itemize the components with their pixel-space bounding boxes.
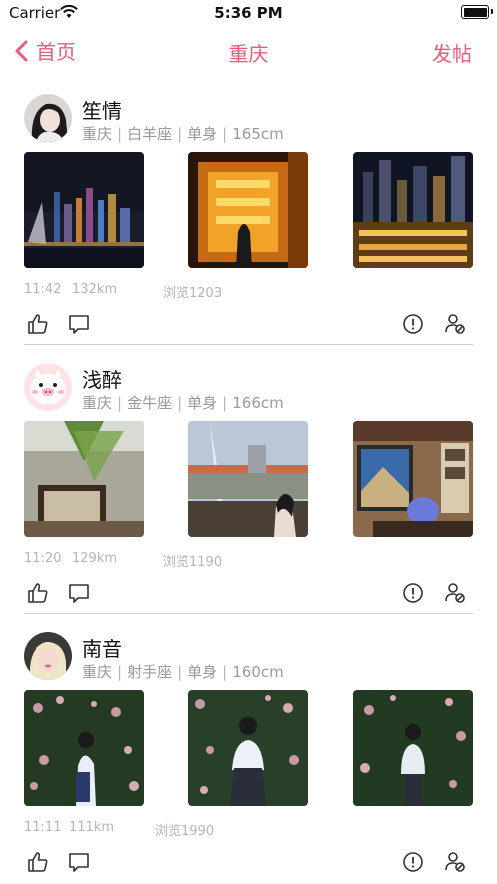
info-zodiac: 白羊座 bbox=[127, 125, 173, 143]
report-icon[interactable] bbox=[401, 850, 425, 874]
user-name: 笙情 bbox=[82, 99, 122, 123]
comment-icon[interactable] bbox=[67, 312, 91, 336]
comment-icon[interactable] bbox=[67, 850, 91, 874]
info-height: 160cm bbox=[232, 663, 284, 681]
info-city: 重庆 bbox=[82, 125, 113, 143]
like-icon[interactable] bbox=[26, 312, 50, 336]
battery-icon bbox=[461, 5, 493, 19]
post-actions bbox=[24, 312, 473, 338]
avatar[interactable] bbox=[24, 363, 72, 411]
user-name: 南音 bbox=[82, 637, 122, 661]
navigation-bar: 首页 重庆 发帖 bbox=[0, 26, 497, 74]
photo-thumbnail[interactable] bbox=[24, 152, 144, 268]
photo-thumbnail[interactable] bbox=[24, 421, 144, 537]
avatar[interactable] bbox=[24, 632, 72, 680]
post-actions bbox=[24, 581, 473, 607]
user-name: 浅醉 bbox=[82, 368, 122, 392]
photo-grid bbox=[24, 152, 473, 268]
report-icon[interactable] bbox=[401, 581, 425, 605]
post-button[interactable]: 发帖 bbox=[432, 38, 472, 67]
post-card: 浅醉 重庆 | 金牛座 | 单身 | 166cm 11:20 129km 浏览1… bbox=[24, 363, 473, 615]
photo-grid bbox=[24, 690, 473, 806]
post-card: 笙情 重庆 | 白羊座 | 单身 | 165cm 11:42 132km 浏览1… bbox=[24, 94, 473, 346]
photo-thumbnail[interactable] bbox=[188, 152, 308, 268]
post-distance: 111km bbox=[69, 820, 115, 835]
report-icon[interactable] bbox=[401, 312, 425, 336]
user-info: 重庆 | 金牛座 | 单身 | 166cm bbox=[82, 394, 284, 412]
photo-thumbnail[interactable] bbox=[188, 421, 308, 537]
photo-grid bbox=[24, 421, 473, 537]
photo-thumbnail[interactable] bbox=[353, 421, 473, 537]
post-views: 浏览1190 bbox=[163, 555, 223, 570]
block-user-icon[interactable] bbox=[443, 850, 467, 874]
like-icon[interactable] bbox=[26, 581, 50, 605]
clock: 5:36 PM bbox=[214, 4, 283, 22]
block-user-icon[interactable] bbox=[443, 581, 467, 605]
photo-thumbnail[interactable] bbox=[188, 690, 308, 806]
avatar[interactable] bbox=[24, 94, 72, 142]
status-bar: Carrier 5:36 PM bbox=[0, 0, 497, 26]
page-title: 重庆 bbox=[228, 42, 269, 66]
block-user-icon[interactable] bbox=[443, 312, 467, 336]
info-status: 单身 bbox=[187, 394, 218, 412]
photo-thumbnail[interactable] bbox=[353, 152, 473, 268]
post-views: 浏览1203 bbox=[163, 286, 223, 301]
user-info: 重庆 | 白羊座 | 单身 | 165cm bbox=[82, 125, 284, 143]
post-time: 11:42 bbox=[24, 282, 62, 297]
divider bbox=[24, 613, 473, 614]
info-city: 重庆 bbox=[82, 394, 113, 412]
post-card: 南音 重庆 | 射手座 | 单身 | 160cm 11:11 111km 浏览1… bbox=[24, 632, 473, 884]
info-zodiac: 射手座 bbox=[127, 663, 173, 681]
post-views: 浏览1990 bbox=[155, 824, 215, 839]
photo-thumbnail[interactable] bbox=[24, 690, 144, 806]
post-distance: 129km bbox=[72, 551, 118, 566]
comment-icon[interactable] bbox=[67, 581, 91, 605]
user-info: 重庆 | 射手座 | 单身 | 160cm bbox=[82, 663, 284, 681]
info-city: 重庆 bbox=[82, 663, 113, 681]
post-time: 11:20 bbox=[24, 551, 62, 566]
info-height: 166cm bbox=[232, 394, 284, 412]
info-status: 单身 bbox=[187, 663, 218, 681]
like-icon[interactable] bbox=[26, 850, 50, 874]
post-actions bbox=[24, 850, 473, 876]
info-status: 单身 bbox=[187, 125, 218, 143]
photo-thumbnail[interactable] bbox=[353, 690, 473, 806]
post-time: 11:11 bbox=[24, 820, 62, 835]
info-height: 165cm bbox=[232, 125, 284, 143]
info-zodiac: 金牛座 bbox=[127, 394, 173, 412]
divider bbox=[24, 344, 473, 345]
post-distance: 132km bbox=[72, 282, 118, 297]
